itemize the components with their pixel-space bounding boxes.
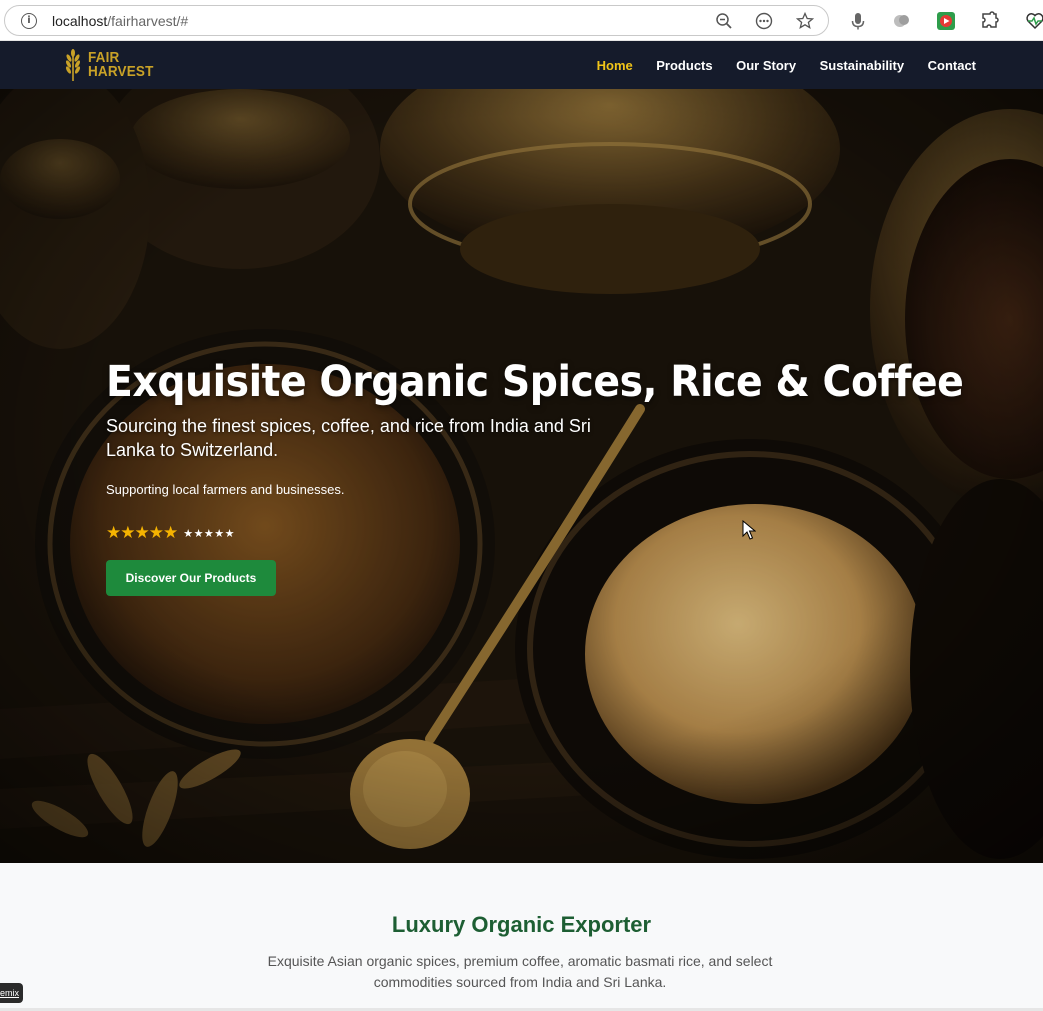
nav-link-sustainability[interactable]: Sustainability [820, 58, 905, 73]
nav-links: Home Products Our Story Sustainability C… [573, 41, 976, 89]
extension-play-icon[interactable] [936, 11, 956, 31]
nav-link-products[interactable]: Products [656, 58, 712, 73]
browser-toolbar: i localhost/fairharvest/# [0, 0, 1043, 41]
hero-tagline: Supporting local farmers and businesses. [106, 482, 345, 497]
extension-cloud-icon[interactable] [892, 11, 912, 31]
remix-badge[interactable]: emix [0, 983, 23, 1003]
gold-stars-icon: ★★★★★ [106, 523, 178, 542]
hero-background-image [0, 89, 1043, 863]
fair-harvest-logo[interactable]: FAIR HARVEST [62, 48, 161, 82]
section-title: Luxury Organic Exporter [391, 912, 652, 937]
nav-link-home[interactable]: Home [597, 58, 633, 73]
nav-link-our-story[interactable]: Our Story [736, 58, 796, 73]
section-description: Exquisite Asian organic spices, premium … [267, 953, 773, 990]
site-info-icon[interactable]: i [21, 13, 37, 29]
site-navbar: FAIR HARVEST Home Products Our Story Sus… [0, 41, 1043, 89]
rating-stars: ★★★★★ ★★★★★ [106, 523, 235, 543]
hero-title: Exquisite Organic Spices, Rice & Coffee [106, 357, 964, 407]
wheat-icon [65, 49, 81, 81]
extension-health-icon[interactable] [1025, 11, 1043, 31]
microphone-icon[interactable] [848, 11, 868, 31]
url-text[interactable]: localhost/fairharvest/# [52, 13, 188, 29]
intro-section: Luxury Organic Exporter Exquisite Asian … [0, 863, 1043, 1011]
discover-products-button[interactable]: Discover Our Products [106, 560, 276, 596]
more-options-icon[interactable] [755, 12, 773, 30]
bookmark-star-icon[interactable] [796, 12, 814, 30]
mouse-cursor-icon [742, 520, 756, 540]
nav-link-contact[interactable]: Contact [928, 58, 976, 73]
address-bar[interactable]: i localhost/fairharvest/# [4, 5, 829, 36]
zoom-out-icon[interactable] [715, 12, 733, 30]
hero-section: Exquisite Organic Spices, Rice & Coffee … [0, 89, 1043, 863]
hero-subtitle: Sourcing the finest spices, coffee, and … [106, 416, 591, 460]
white-stars-icon: ★★★★★ [183, 527, 236, 540]
extensions-puzzle-icon[interactable] [980, 11, 1000, 31]
logo-text: FAIR HARVEST [88, 49, 154, 80]
